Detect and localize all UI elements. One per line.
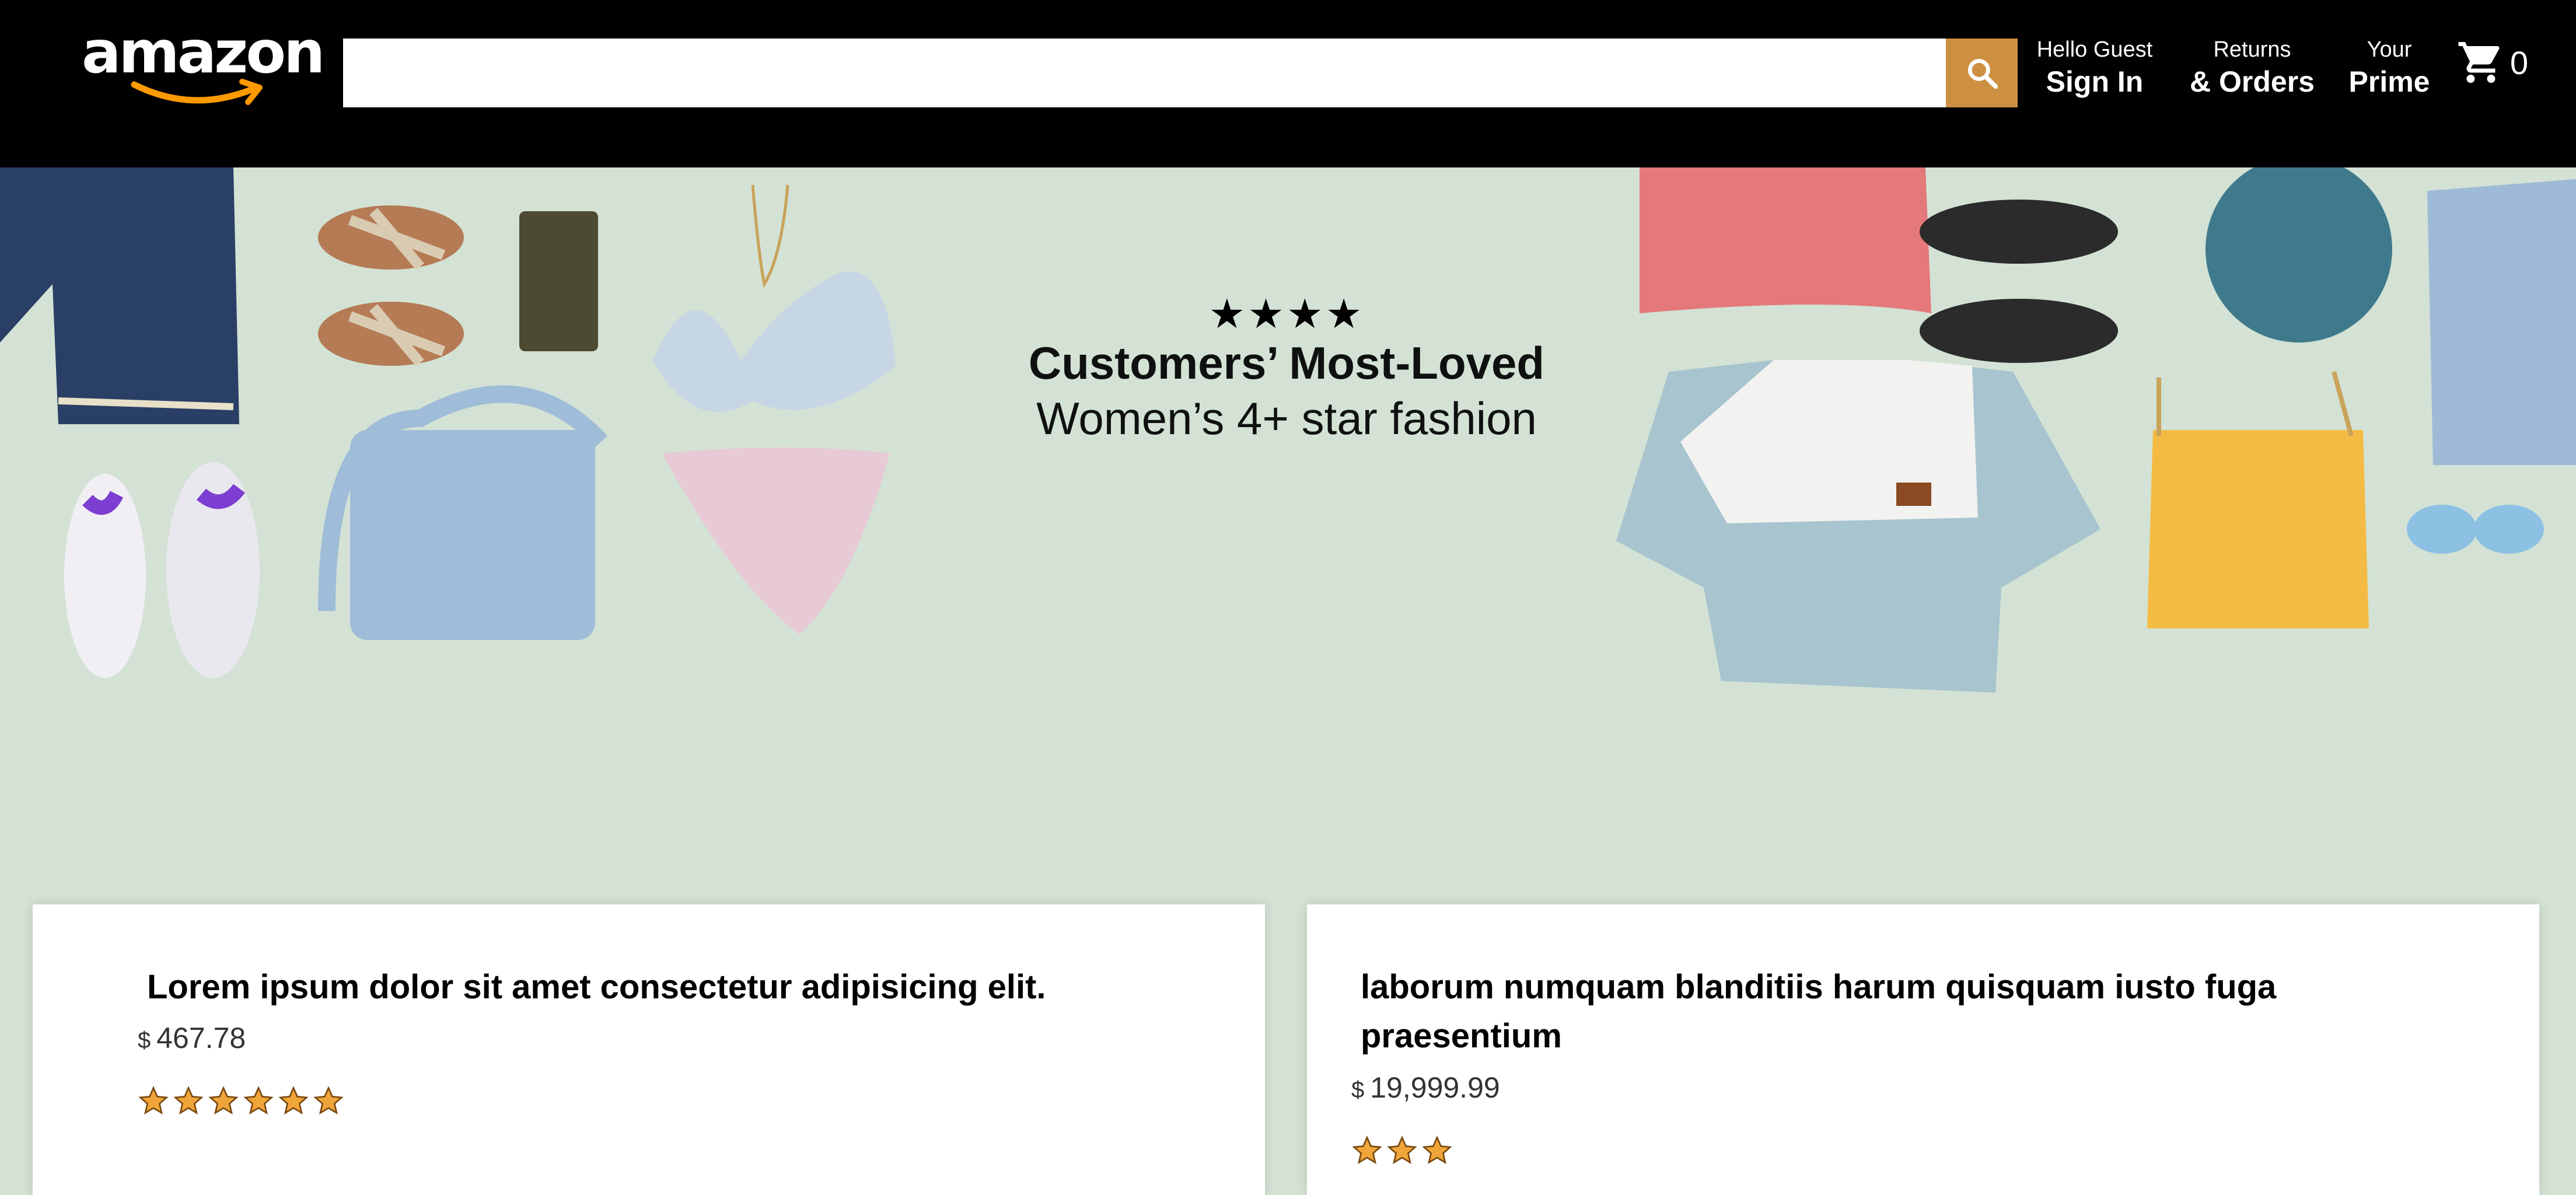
price-value: 467.78	[156, 1022, 246, 1054]
star-icon	[313, 1086, 344, 1115]
product-title[interactable]: laborum numquam blanditiis harum quisqua…	[1361, 963, 2469, 1061]
nav-prime-label: Prime	[2348, 65, 2430, 98]
star-icon	[278, 1086, 309, 1115]
star-icon	[1422, 1135, 1452, 1165]
price-value: 19,999.99	[1370, 1071, 1500, 1104]
product-card[interactable]: Lorem ipsum dolor sit amet consectetur a…	[33, 904, 1265, 1195]
currency-symbol: $	[138, 1028, 151, 1053]
nav-sign-in-label: Sign In	[2046, 65, 2144, 98]
search-icon	[1967, 58, 1998, 89]
product-rating	[138, 1085, 344, 1117]
nav-your-label: Your	[2367, 37, 2412, 62]
hero-rating-stars: ★★★★	[1208, 291, 1365, 337]
search-button[interactable]	[1946, 39, 2018, 107]
logo-smile-icon	[131, 79, 263, 105]
currency-symbol: $	[1351, 1077, 1365, 1103]
top-navbar: amazon Hello Guest Sign In Returns & Ord…	[0, 0, 2576, 167]
star-icon	[208, 1086, 239, 1115]
product-card[interactable]: laborum numquam blanditiis harum quisqua…	[1307, 904, 2539, 1195]
hero-title: Customers’ Most-Loved	[1028, 337, 1545, 389]
hero-fashion-illustration	[0, 167, 2576, 693]
nav-returns-label: Returns	[2213, 37, 2291, 62]
product-price: $467.78	[138, 1021, 246, 1055]
product-price: $19,999.99	[1351, 1071, 1500, 1105]
star-icon	[243, 1086, 274, 1115]
star-icon	[1352, 1135, 1382, 1165]
product-title[interactable]: Lorem ipsum dolor sit amet consectetur a…	[147, 963, 1226, 1012]
cart-icon	[2458, 42, 2500, 83]
search-bar	[343, 39, 2018, 107]
nav-greeting: Hello Guest	[2036, 37, 2153, 62]
nav-orders-label: & Orders	[2190, 65, 2315, 98]
search-input[interactable]	[343, 39, 1946, 107]
logo-wordmark: amazon	[82, 18, 325, 86]
amazon-logo[interactable]: amazon	[82, 23, 325, 111]
cart-count: 0	[2510, 44, 2529, 81]
star-icon	[1387, 1135, 1417, 1165]
product-rating	[1351, 1135, 1453, 1166]
hero-subtitle: Women’s 4+ star fashion	[1036, 393, 1537, 444]
nav-returns-orders[interactable]: Returns & Orders	[2182, 36, 2322, 100]
star-icon	[138, 1086, 169, 1115]
nav-sign-in[interactable]: Hello Guest Sign In	[2030, 36, 2159, 100]
nav-prime[interactable]: Your Prime	[2346, 36, 2433, 100]
cart-button[interactable]: 0	[2456, 36, 2528, 89]
star-icon	[173, 1086, 204, 1115]
